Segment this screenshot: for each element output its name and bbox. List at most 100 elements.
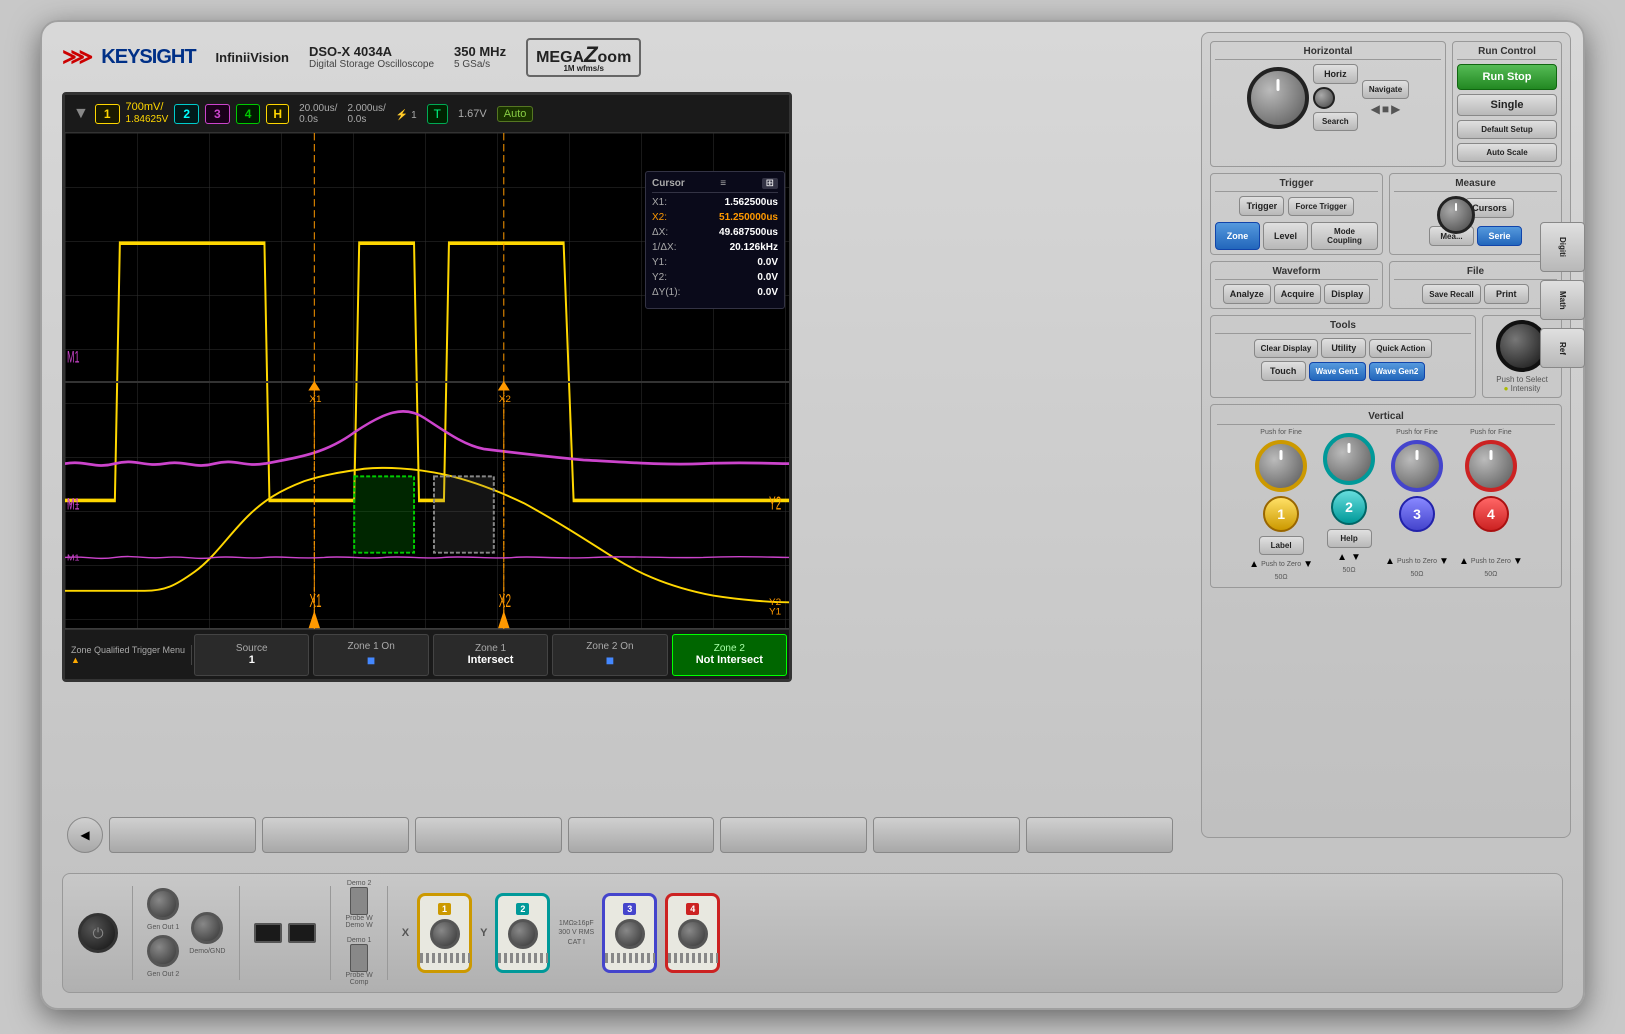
softkey-1[interactable] xyxy=(109,817,256,853)
softkey-3[interactable] xyxy=(415,817,562,853)
ch2-btn[interactable]: 2 xyxy=(1331,489,1367,525)
trigger-btn[interactable]: Trigger xyxy=(1239,196,1284,216)
back-btn[interactable]: ◀ xyxy=(67,817,103,853)
vert-ch2: 2 Help ▲ ▼ 50Ω xyxy=(1323,429,1375,581)
ch2-down[interactable]: ▼ xyxy=(1351,552,1361,563)
clear-display-btn[interactable]: Clear Display xyxy=(1254,339,1319,358)
svg-text:X2: X2 xyxy=(499,394,511,405)
navigate-btn[interactable]: Navigate xyxy=(1362,80,1409,99)
zone2-on-btn[interactable]: Zone 2 On ■ xyxy=(552,634,667,676)
demo2-btn[interactable] xyxy=(350,887,368,915)
ch4-down[interactable]: ▼ xyxy=(1513,556,1523,567)
softkey-4[interactable] xyxy=(568,817,715,853)
mode-coupling-btn[interactable]: Mode Coupling xyxy=(1311,222,1378,250)
y-label-area: Y xyxy=(480,927,487,939)
serie-btn[interactable]: Serie xyxy=(1477,226,1522,246)
zone1-type-value: Intersect xyxy=(468,654,514,666)
trigger-label: Trigger xyxy=(1215,178,1378,192)
ch4-up[interactable]: ▲ xyxy=(1459,556,1469,567)
ch1-up[interactable]: ▲ xyxy=(1249,559,1259,570)
auto-scale-btn[interactable]: Auto Scale xyxy=(1457,143,1557,162)
ch3-bnc[interactable]: 3 xyxy=(602,893,657,973)
usb-port1[interactable] xyxy=(254,923,282,943)
usb-port2[interactable] xyxy=(288,923,316,943)
nav-stop[interactable]: ■ xyxy=(1382,102,1389,116)
ch2-up[interactable]: ▲ xyxy=(1337,552,1347,563)
vertical-label: Vertical xyxy=(1217,411,1555,425)
wave-gen2-btn[interactable]: Wave Gen2 xyxy=(1369,362,1426,381)
softkey-5[interactable] xyxy=(720,817,867,853)
ch3-btn[interactable]: 3 xyxy=(1399,496,1435,532)
ch1-port[interactable] xyxy=(430,919,460,949)
trigger-voltage: T xyxy=(427,104,448,124)
ch1-badge[interactable]: 1 xyxy=(95,104,120,124)
zone1-on-btn[interactable]: Zone 1 On ■ xyxy=(313,634,428,676)
ch2-badge[interactable]: 2 xyxy=(174,104,199,124)
nav-left[interactable]: ◀ xyxy=(1371,102,1380,116)
horiz-btn[interactable]: Horiz xyxy=(1313,64,1358,84)
default-setup-btn[interactable]: Default Setup xyxy=(1457,120,1557,139)
search-knob[interactable] xyxy=(1313,87,1335,109)
nav-right[interactable]: ▶ xyxy=(1391,102,1400,116)
utility-btn[interactable]: Utility xyxy=(1321,338,1366,358)
h-badge[interactable]: H xyxy=(266,104,289,124)
menu-up-arrow[interactable]: ▲ xyxy=(71,655,185,665)
ch3-pos-knob[interactable] xyxy=(1391,440,1443,492)
horiz-knob[interactable] xyxy=(1247,67,1309,129)
math-btn[interactable]: Math xyxy=(1540,280,1585,320)
level-btn[interactable]: Level xyxy=(1263,222,1308,250)
power-btn[interactable]: ⏻ xyxy=(78,913,118,953)
print-btn[interactable]: Print xyxy=(1484,284,1529,304)
search-btn[interactable]: Search xyxy=(1313,112,1358,131)
zone1-type-btn[interactable]: Zone 1 Intersect xyxy=(433,634,548,676)
t-badge[interactable]: T xyxy=(427,104,448,124)
quick-action-btn[interactable]: Quick Action xyxy=(1369,339,1432,358)
ch1-bnc[interactable]: 1 xyxy=(417,893,472,973)
ch1-down[interactable]: ▼ xyxy=(1303,559,1313,570)
ch4-port[interactable] xyxy=(678,919,708,949)
ch3-badge[interactable]: 3 xyxy=(205,104,230,124)
measure-knob[interactable] xyxy=(1437,196,1461,220)
touch-btn[interactable]: Touch xyxy=(1261,361,1306,381)
trigger-measure-row: Trigger Trigger Force Trigger Zone Level… xyxy=(1210,173,1562,255)
analyze-btn[interactable]: Analyze xyxy=(1223,284,1271,304)
demo1-btn[interactable] xyxy=(350,944,368,972)
softkey-2[interactable] xyxy=(262,817,409,853)
horiz-run-row: Horizontal Horiz Search Navigate ◀ ■ ▶ xyxy=(1210,41,1562,167)
source-menu-btn[interactable]: Source 1 xyxy=(194,634,309,676)
ch1-btn[interactable]: 1 xyxy=(1263,496,1299,532)
zone2-type-btn[interactable]: Zone 2 Not Intersect xyxy=(672,634,787,676)
ch3-port[interactable] xyxy=(615,919,645,949)
sep2 xyxy=(239,886,240,980)
single-btn[interactable]: Single xyxy=(1457,94,1557,116)
acquire-btn[interactable]: Acquire xyxy=(1274,284,1322,304)
ch2-bnc[interactable]: 2 xyxy=(495,893,550,973)
digiti-btn[interactable]: Digiti xyxy=(1540,222,1585,272)
label-btn[interactable]: Label xyxy=(1259,536,1304,555)
display-btn[interactable]: Display xyxy=(1324,284,1370,304)
ch4-pos-knob[interactable] xyxy=(1465,440,1517,492)
run-stop-btn[interactable]: Run Stop xyxy=(1457,64,1557,90)
ch2-bnc-label: 2 xyxy=(516,903,529,915)
softkey-7[interactable] xyxy=(1026,817,1173,853)
logo-chevron: ⋙ xyxy=(62,44,93,70)
wave-gen1-btn[interactable]: Wave Gen1 xyxy=(1309,362,1366,381)
force-trigger-btn[interactable]: Force Trigger xyxy=(1288,197,1353,216)
ch3-down[interactable]: ▼ xyxy=(1439,556,1449,567)
ch3-up[interactable]: ▲ xyxy=(1385,556,1395,567)
ch-arrow[interactable]: ▼ xyxy=(73,105,89,123)
ch1-pos-knob[interactable] xyxy=(1255,440,1307,492)
ch4-badge[interactable]: 4 xyxy=(236,104,261,124)
softkey-6[interactable] xyxy=(873,817,1020,853)
zone-btn[interactable]: Zone xyxy=(1215,222,1260,250)
ch4-arrows: ▲ Push to Zero ▼ xyxy=(1459,556,1523,567)
ch4-btn[interactable]: 4 xyxy=(1473,496,1509,532)
ch2-pos-knob[interactable] xyxy=(1323,433,1375,485)
zone1-type-label: Zone 1 xyxy=(475,643,506,654)
timebase-info: 20.00us/ 0.0s xyxy=(299,103,337,125)
help-btn[interactable]: Help xyxy=(1327,529,1372,548)
save-recall-btn[interactable]: Save Recall xyxy=(1422,284,1480,304)
ch4-bnc[interactable]: 4 xyxy=(665,893,720,973)
ch2-port[interactable] xyxy=(508,919,538,949)
ref-btn[interactable]: Ref xyxy=(1540,328,1585,368)
